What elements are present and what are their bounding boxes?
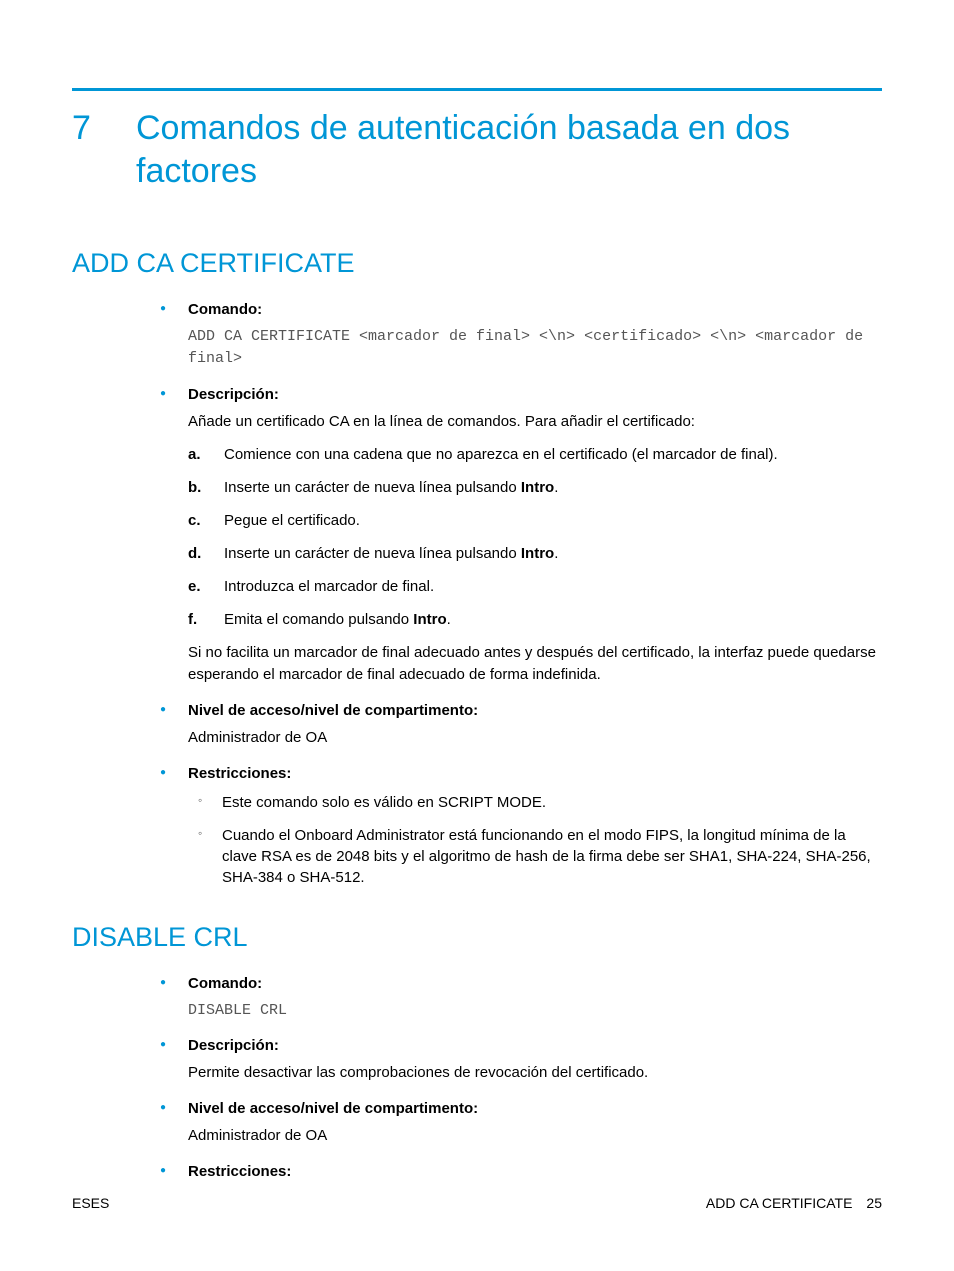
step-e: e.Introduzca el marcador de final. — [188, 576, 882, 597]
chapter-title: Comandos de autenticación basada en dos … — [136, 107, 882, 192]
section2-content: Comando: DISABLE CRL Descripción: Permit… — [152, 975, 882, 1180]
item-comando-2: Comando: DISABLE CRL — [152, 975, 882, 1022]
descripcion-intro: Añade un certificado CA en la línea de c… — [188, 411, 882, 433]
comando-text-2: DISABLE CRL — [188, 1000, 882, 1022]
descripcion-text-2: Permite desactivar las comprobaciones de… — [188, 1062, 882, 1084]
comando-text: ADD CA CERTIFICATE <marcador de final> <… — [188, 326, 882, 370]
comando-label: Comando: — [188, 301, 882, 318]
descripcion-note: Si no facilita un marcador de final adec… — [188, 642, 882, 686]
item-nivel-2: Nivel de acceso/nivel de compartimento: … — [152, 1100, 882, 1147]
step-a: a.Comience con una cadena que no aparezc… — [188, 444, 882, 465]
section-heading-add-ca: ADD CA CERTIFICATE — [72, 248, 882, 279]
item-restricciones-2: Restricciones: — [152, 1163, 882, 1180]
section1-content: Comando: ADD CA CERTIFICATE <marcador de… — [152, 301, 882, 888]
item-descripcion-2: Descripción: Permite desactivar las comp… — [152, 1037, 882, 1084]
footer-page-number: 25 — [866, 1195, 882, 1211]
nivel-label: Nivel de acceso/nivel de compartimento: — [188, 702, 882, 719]
item-nivel: Nivel de acceso/nivel de compartimento: … — [152, 702, 882, 749]
restricciones-label: Restricciones: — [188, 765, 882, 782]
restricciones-label-2: Restricciones: — [188, 1163, 882, 1180]
step-f: f.Emita el comando pulsando Intro. — [188, 609, 882, 630]
step-d: d.Inserte un carácter de nueva línea pul… — [188, 543, 882, 564]
nivel-text-2: Administrador de OA — [188, 1125, 882, 1147]
page-content: 7 Comandos de autenticación basada en do… — [0, 0, 954, 1180]
chapter-heading: 7 Comandos de autenticación basada en do… — [72, 107, 882, 192]
ordered-steps: a.Comience con una cadena que no aparezc… — [188, 444, 882, 630]
item-descripcion: Descripción: Añade un certificado CA en … — [152, 386, 882, 686]
restricciones-list: Este comando solo es válido en SCRIPT MO… — [188, 792, 882, 888]
restriccion-1: Este comando solo es válido en SCRIPT MO… — [188, 792, 882, 813]
descripcion-label: Descripción: — [188, 386, 882, 403]
chapter-number: 7 — [72, 107, 136, 150]
item-restricciones: Restricciones: Este comando solo es váli… — [152, 765, 882, 888]
nivel-label-2: Nivel de acceso/nivel de compartimento: — [188, 1100, 882, 1117]
descripcion-label-2: Descripción: — [188, 1037, 882, 1054]
section-heading-disable-crl: DISABLE CRL — [72, 922, 882, 953]
chapter-rule — [72, 88, 882, 91]
restriccion-2: Cuando el Onboard Administrator está fun… — [188, 825, 882, 888]
nivel-text: Administrador de OA — [188, 727, 882, 749]
step-b: b.Inserte un carácter de nueva línea pul… — [188, 477, 882, 498]
footer-left: ESES — [72, 1195, 109, 1211]
step-c: c.Pegue el certificado. — [188, 510, 882, 531]
item-comando: Comando: ADD CA CERTIFICATE <marcador de… — [152, 301, 882, 370]
page-footer: ESES ADD CA CERTIFICATE 25 — [72, 1195, 882, 1211]
comando-label-2: Comando: — [188, 975, 882, 992]
footer-section: ADD CA CERTIFICATE — [706, 1195, 853, 1211]
footer-right: ADD CA CERTIFICATE 25 — [706, 1195, 882, 1211]
